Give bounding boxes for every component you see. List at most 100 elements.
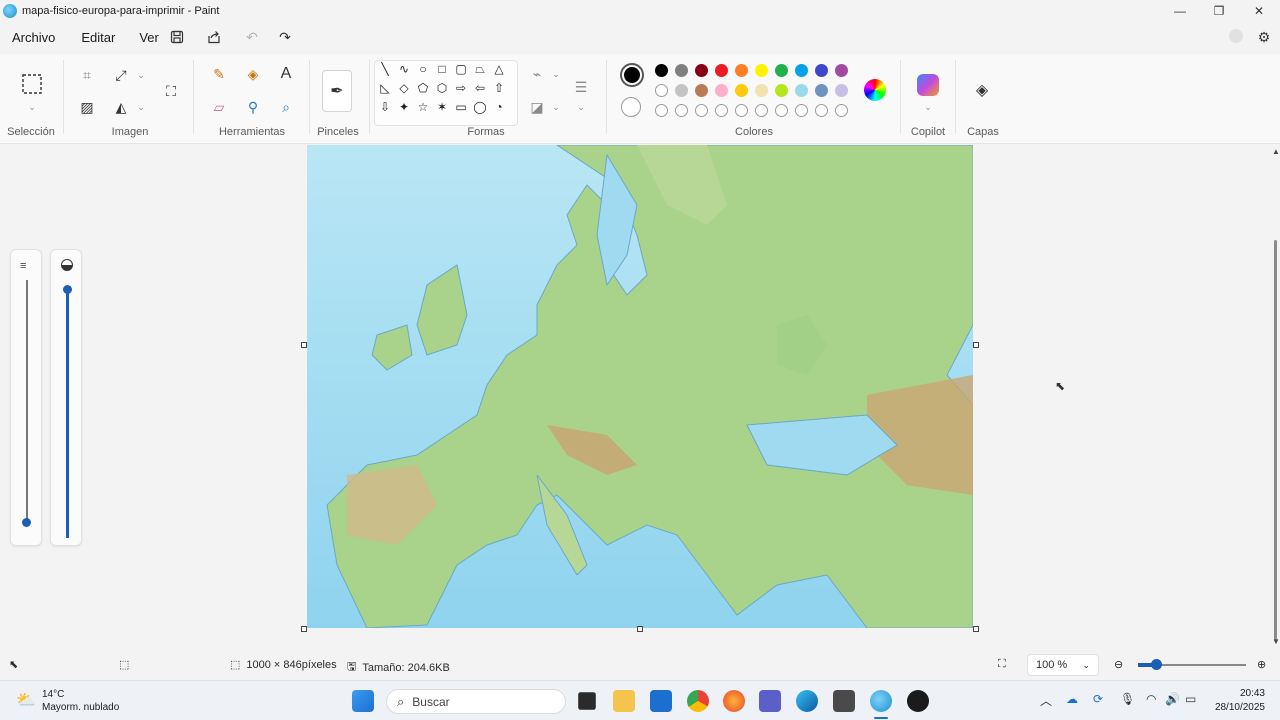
zoom-in-icon[interactable]: ⊕ (1257, 658, 1266, 671)
color-swatch[interactable] (815, 64, 828, 77)
edge-icon[interactable] (796, 690, 818, 712)
rotate-icon[interactable]: ◭ (110, 96, 132, 118)
shape-option-icon[interactable]: ◺ (377, 81, 393, 95)
selection-chevron-down-icon[interactable]: ⌄ (21, 96, 43, 118)
color-swatch[interactable] (715, 84, 728, 97)
color-swatch[interactable] (695, 84, 708, 97)
shape-option-icon[interactable]: ⇦ (472, 81, 488, 95)
custom-color-slot[interactable] (695, 104, 708, 117)
color-swatch[interactable] (715, 64, 728, 77)
opacity-slider-thumb[interactable] (63, 285, 72, 294)
menu-editar[interactable]: Editar (69, 30, 127, 45)
custom-color-slot[interactable] (655, 104, 668, 117)
shape-option-icon[interactable]: ▭ (453, 100, 469, 114)
color-swatch[interactable] (835, 84, 848, 97)
resize-handle-left[interactable] (301, 342, 307, 348)
layers-icon[interactable]: ◈ (971, 79, 993, 101)
custom-color-slot[interactable] (795, 104, 808, 117)
shape-option-icon[interactable]: △ (491, 62, 507, 76)
custom-color-slot[interactable] (735, 104, 748, 117)
menu-ver[interactable]: Ver (127, 30, 171, 45)
copilot-icon[interactable] (917, 74, 939, 96)
crop-icon[interactable]: ⌗ (76, 64, 98, 86)
teams-icon[interactable] (759, 690, 781, 712)
scrollbar-thumb[interactable] (1274, 240, 1277, 640)
resize-handle-bottom-left[interactable] (301, 626, 307, 632)
color-swatch[interactable] (675, 64, 688, 77)
menu-archivo[interactable]: Archivo (0, 30, 67, 45)
zoom-dropdown[interactable]: 100 % ⌄ (1027, 654, 1099, 676)
color-swatch[interactable] (735, 64, 748, 77)
color-swatch[interactable] (655, 64, 668, 77)
task-view-icon[interactable] (578, 692, 596, 710)
resize-handle-right[interactable] (973, 342, 979, 348)
copilot-chevron-down-icon[interactable]: ⌄ (917, 96, 939, 118)
secondary-color-swatch[interactable] (621, 97, 641, 117)
obs-icon[interactable] (907, 690, 929, 712)
color-swatch[interactable] (755, 64, 768, 77)
paint-taskbar-icon[interactable] (870, 690, 892, 712)
shape-option-icon[interactable]: ∿ (396, 62, 412, 76)
pencil-icon[interactable]: ✎ (208, 63, 230, 85)
color-swatch[interactable] (835, 64, 848, 77)
custom-color-slot[interactable] (675, 104, 688, 117)
sync-icon[interactable]: ⟳ (1093, 692, 1103, 706)
undo-icon[interactable]: ↶ (242, 28, 262, 46)
eraser-icon[interactable]: ▱ (208, 96, 230, 118)
edit-colors-wheel-icon[interactable] (864, 79, 886, 101)
color-swatch[interactable] (795, 84, 808, 97)
outline-chevron-down-icon[interactable]: ⌄ (545, 63, 567, 85)
scroll-up-arrow-icon[interactable]: ▲ (1272, 147, 1280, 156)
file-explorer-icon[interactable] (613, 690, 635, 712)
primary-color-swatch[interactable] (620, 63, 644, 87)
stroke-size-icon[interactable]: ☰ (570, 76, 592, 98)
weather-cloud-icon[interactable]: ⛅ (16, 690, 36, 710)
shape-option-icon[interactable]: ◯ (472, 100, 488, 114)
custom-color-slot[interactable] (775, 104, 788, 117)
taskbar-search[interactable]: ⌕ Buscar (386, 689, 566, 714)
remove-background-icon[interactable]: ▨ (76, 96, 98, 118)
calculator-icon[interactable] (833, 690, 855, 712)
onedrive-cloud-icon[interactable]: ☁ (1066, 692, 1078, 706)
custom-color-slot[interactable] (755, 104, 768, 117)
account-avatar-icon[interactable] (1229, 29, 1243, 43)
fill-chevron-down-icon[interactable]: ⌄ (545, 96, 567, 118)
shape-option-icon[interactable]: ⏢ (472, 62, 488, 77)
resize-chevron-down-icon[interactable]: ⌄ (130, 64, 152, 86)
color-swatch[interactable] (815, 84, 828, 97)
opacity-slider-track[interactable] (66, 292, 69, 538)
resize-handle-bottom[interactable] (637, 626, 643, 632)
color-swatch[interactable] (775, 64, 788, 77)
zoom-slider-thumb[interactable] (1151, 659, 1162, 670)
resize-handle-bottom-right[interactable] (973, 626, 979, 632)
minimize-button[interactable]: — (1160, 0, 1200, 22)
volume-icon[interactable]: 🔊 (1165, 692, 1180, 706)
fit-to-window-icon[interactable]: ⛶ (998, 658, 1006, 671)
weather-widget[interactable]: 14°C Mayorm. nublado (42, 688, 119, 714)
shape-option-icon[interactable]: ⬡ (434, 81, 450, 95)
image-select-icon[interactable]: ⛶ (160, 80, 182, 102)
shape-option-icon[interactable]: ✦ (396, 100, 412, 114)
resize-icon[interactable]: ⤢ (110, 64, 132, 86)
fill-bucket-icon[interactable]: ◈ (242, 63, 264, 85)
windows-start-icon[interactable] (352, 690, 374, 712)
battery-icon[interactable]: ▭ (1185, 692, 1196, 706)
shape-option-icon[interactable]: ☆ (415, 100, 431, 114)
custom-color-slot[interactable] (835, 104, 848, 117)
shape-option-icon[interactable]: □ (434, 62, 450, 76)
color-swatch[interactable] (775, 84, 788, 97)
magnifier-icon[interactable]: ⌕ (275, 96, 297, 118)
color-swatch[interactable] (795, 64, 808, 77)
shape-option-icon[interactable]: ⇨ (453, 81, 469, 95)
europe-physical-map-image[interactable] (307, 145, 973, 628)
share-icon[interactable] (204, 28, 224, 46)
wifi-icon[interactable]: ◠ (1146, 692, 1156, 706)
show-hidden-icons-chevron-up-icon[interactable]: ︿ (1040, 692, 1052, 709)
color-swatch[interactable] (735, 84, 748, 97)
color-swatch[interactable] (655, 84, 668, 97)
shape-option-icon[interactable]: ▢ (453, 62, 469, 76)
clock[interactable]: 20:43 28/10/2025 (1211, 687, 1265, 715)
shape-option-icon[interactable]: ◔ (491, 100, 507, 114)
save-icon[interactable] (167, 28, 187, 46)
selection-rect-icon[interactable] (20, 72, 44, 96)
